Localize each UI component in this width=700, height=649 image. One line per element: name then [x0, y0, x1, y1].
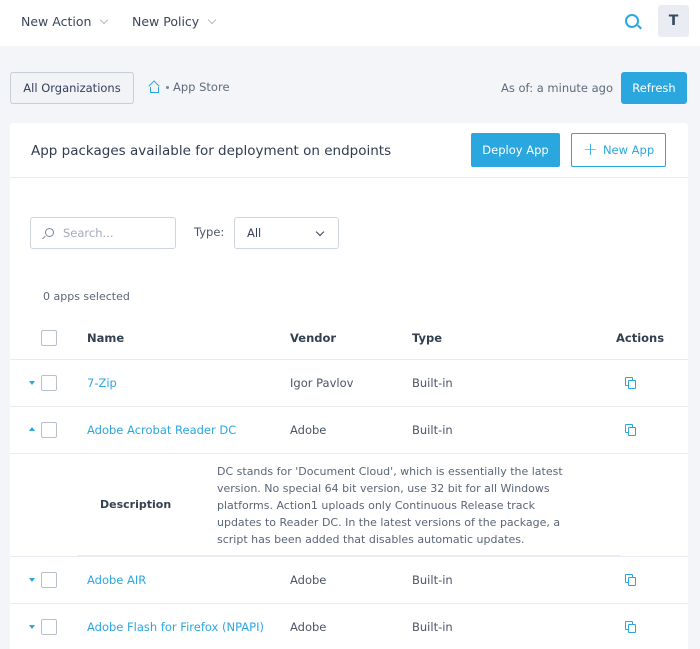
- new-action-label: New Action: [21, 14, 92, 29]
- description-box: Description DC stands for 'Document Clou…: [78, 454, 620, 556]
- app-name-link[interactable]: Adobe Acrobat Reader DC: [87, 423, 236, 437]
- breadcrumb-separator: [166, 85, 169, 89]
- column-name[interactable]: Name: [87, 331, 124, 345]
- app-name-link[interactable]: Adobe AIR: [87, 573, 146, 587]
- column-actions: Actions: [616, 331, 665, 345]
- new-policy-label: New Policy: [132, 14, 200, 29]
- breadcrumb: App Store: [148, 79, 230, 94]
- app-type: Built-in: [412, 376, 453, 390]
- breadcrumb-current: App Store: [173, 80, 230, 94]
- table-row: Adobe Acrobat Reader DC Adobe Built-in: [10, 407, 688, 454]
- type-filter-select[interactable]: All: [234, 217, 339, 249]
- row-checkbox[interactable]: [41, 572, 57, 588]
- expand-caret-icon[interactable]: [29, 578, 35, 582]
- chevron-down-icon: [100, 15, 109, 24]
- column-type[interactable]: Type: [412, 331, 442, 345]
- search-icon: [45, 228, 54, 237]
- copy-icon[interactable]: [625, 574, 637, 586]
- last-updated-text: As of: a minute ago: [501, 81, 614, 95]
- type-filter-value: All: [247, 226, 262, 240]
- column-vendor[interactable]: Vendor: [290, 331, 336, 345]
- row-checkbox[interactable]: [41, 619, 57, 635]
- table-row: Adobe AIR Adobe Built-in: [10, 557, 688, 604]
- app-name-link[interactable]: Adobe Flash for Firefox (NPAPI): [87, 620, 264, 634]
- app-vendor: Adobe: [290, 620, 327, 634]
- description-label: Description: [100, 498, 172, 511]
- row-checkbox[interactable]: [41, 422, 57, 438]
- app-packages-card: App packages available for deployment on…: [10, 123, 688, 649]
- home-icon[interactable]: [148, 79, 161, 93]
- row-checkbox[interactable]: [41, 375, 57, 391]
- expand-caret-icon[interactable]: [29, 381, 35, 385]
- copy-icon[interactable]: [625, 424, 637, 436]
- select-all-checkbox[interactable]: [41, 330, 57, 346]
- plus-icon: +: [582, 139, 598, 160]
- app-vendor: Adobe: [290, 573, 327, 587]
- search-icon[interactable]: [625, 14, 639, 28]
- avatar[interactable]: T: [658, 5, 689, 37]
- card-header: App packages available for deployment on…: [10, 123, 688, 178]
- app-name-link[interactable]: 7-Zip: [87, 376, 117, 390]
- type-filter-label: Type:: [194, 225, 225, 239]
- top-bar: New Action New Policy T: [0, 0, 700, 46]
- new-policy-menu[interactable]: New Policy: [132, 14, 217, 29]
- description-text: DC stands for 'Document Cloud', which is…: [217, 465, 563, 546]
- new-action-menu[interactable]: New Action: [21, 14, 109, 29]
- copy-icon[interactable]: [625, 377, 637, 389]
- search-input[interactable]: [63, 224, 168, 242]
- chevron-down-icon: [207, 15, 217, 24]
- table-row: Adobe Flash for Firefox (NPAPI) Adobe Bu…: [10, 604, 688, 649]
- all-organizations-button[interactable]: All Organizations: [10, 72, 134, 104]
- copy-icon[interactable]: [625, 621, 637, 633]
- new-app-button[interactable]: + New App: [571, 133, 666, 167]
- deploy-app-button[interactable]: Deploy App: [471, 133, 560, 167]
- app-vendor: Igor Pavlov: [290, 376, 354, 390]
- app-type: Built-in: [412, 423, 453, 437]
- app-vendor: Adobe: [290, 423, 327, 437]
- app-type: Built-in: [412, 620, 453, 634]
- app-type: Built-in: [412, 573, 453, 587]
- description-panel: Description DC stands for 'Document Clou…: [10, 454, 688, 557]
- chevron-down-icon: [315, 227, 325, 237]
- table-row: 7-Zip Igor Pavlov Built-in: [10, 360, 688, 407]
- selected-count: 0 apps selected: [43, 290, 130, 303]
- page-title: App packages available for deployment on…: [31, 143, 392, 159]
- collapse-caret-icon[interactable]: [29, 427, 35, 431]
- expand-caret-icon[interactable]: [29, 625, 35, 629]
- search-field[interactable]: [30, 217, 176, 249]
- refresh-button[interactable]: Refresh: [621, 72, 687, 104]
- table-header: Name Vendor Type Actions: [10, 316, 688, 360]
- new-app-label: New App: [602, 143, 655, 157]
